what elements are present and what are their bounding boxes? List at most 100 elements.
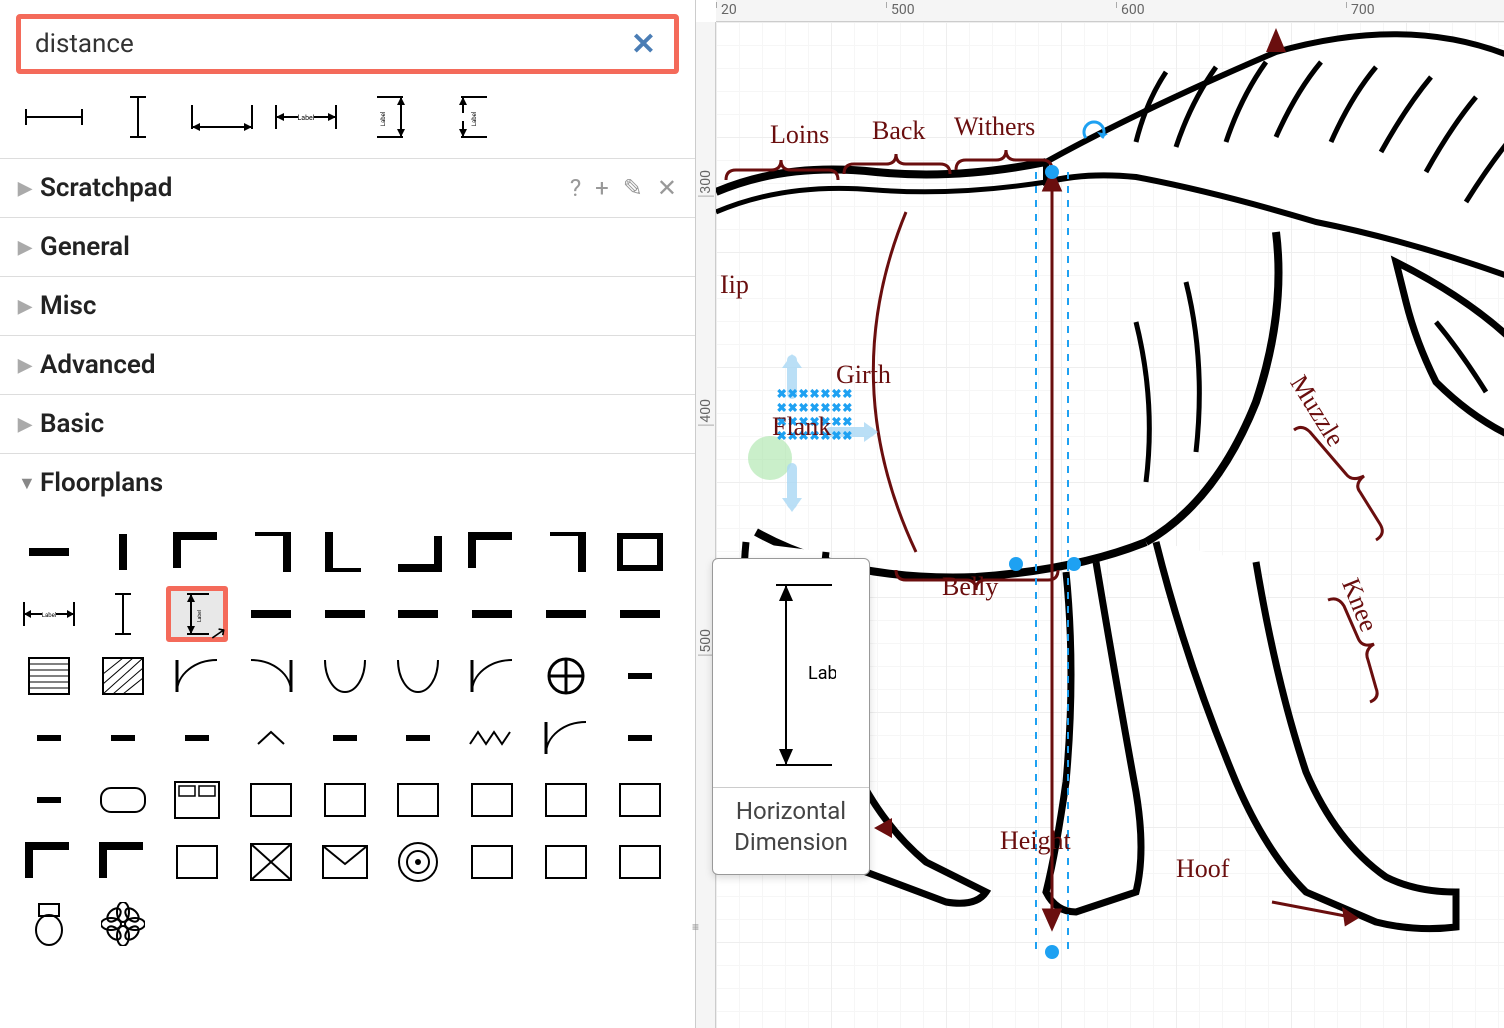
label-girth: Girth (836, 360, 891, 390)
shape-bar-plug[interactable] (609, 648, 671, 704)
shape-door-arc-br[interactable] (240, 648, 302, 704)
shape-corner-l[interactable] (92, 834, 154, 890)
section-advanced[interactable]: ▶ Advanced (0, 336, 695, 394)
label-loins: Loins (770, 120, 829, 150)
horizontal-ruler: 5006007008020 (716, 0, 1504, 22)
panel-splitter-icon[interactable]: ≡ (692, 920, 698, 934)
section-scratchpad[interactable]: ▶ Scratchpad ? + ✎ ✕ (0, 159, 695, 217)
result-vertical-dim-label[interactable]: Label (356, 92, 424, 142)
shape-tub[interactable] (92, 772, 154, 828)
shape-fridge[interactable] (609, 834, 671, 890)
scratchpad-help-icon[interactable]: ? (570, 174, 581, 202)
result-horizontal-dimension[interactable] (20, 92, 88, 142)
shape-room[interactable] (609, 524, 671, 580)
drawing-canvas[interactable]: 5006007008020 300400500 (696, 0, 1504, 1028)
shape-fan-arc[interactable] (535, 710, 597, 766)
tooltip-name-line2: Dimension (734, 828, 848, 856)
shape-table-rect[interactable] (387, 710, 449, 766)
result-vertical-bracket[interactable]: Label (440, 92, 508, 142)
chevron-right-icon: ▶ (18, 355, 30, 376)
shape-hood[interactable] (609, 772, 671, 828)
shape-wall-corner-bl[interactable] (314, 524, 376, 580)
scratchpad-edit-icon[interactable]: ✎ (623, 174, 643, 202)
shape-arc-opening-2[interactable] (535, 586, 597, 642)
clear-search-icon[interactable]: ✕ (613, 27, 674, 62)
shape-counter-long[interactable] (240, 586, 302, 642)
section-label: Misc (40, 291, 96, 321)
section-floorplans[interactable]: ▼ Floorplans (0, 454, 695, 512)
shape-dim-v-vert[interactable] (92, 586, 154, 642)
section-label: Advanced (40, 350, 156, 380)
shape-door-arc-bl[interactable] (166, 648, 228, 704)
shape-shelving[interactable] (609, 586, 671, 642)
tooltip-name-line1: Horizontal (736, 797, 846, 825)
shape-wall[interactable] (18, 524, 80, 580)
search-results-row: Label Label Label (0, 84, 695, 158)
shape-circle-cross[interactable] (535, 648, 597, 704)
shape-door-double-1[interactable] (314, 648, 376, 704)
shape-microwave[interactable] (461, 772, 523, 828)
shape-counter-notch[interactable] (387, 586, 449, 642)
shape-envelope[interactable] (314, 834, 376, 890)
search-box-highlight: ✕ (16, 14, 679, 74)
shape-stool[interactable] (609, 710, 671, 766)
chevron-right-icon: ▶ (18, 237, 30, 258)
chevron-right-icon: ▶ (18, 296, 30, 317)
shape-preview-tooltip: Label Horizontal Dimension (712, 558, 870, 875)
svg-text:Label: Label (808, 663, 836, 684)
shape-monitor[interactable] (166, 834, 228, 890)
svg-text:Label: Label (380, 112, 387, 127)
shape-dim-v-label[interactable]: Label↖ (166, 586, 228, 642)
shape-turntable[interactable] (387, 834, 449, 890)
shape-flower[interactable] (92, 896, 154, 952)
shape-x-box[interactable] (240, 834, 302, 890)
shape-dash-short[interactable] (18, 772, 80, 828)
shape-sink-1[interactable] (92, 710, 154, 766)
shape-nightstand[interactable] (240, 772, 302, 828)
shape-bed[interactable] (166, 772, 228, 828)
section-basic[interactable]: ▶ Basic (0, 395, 695, 453)
shape-zigzag[interactable] (461, 710, 523, 766)
shape-loveseat[interactable] (314, 772, 376, 828)
shape-grating-angled[interactable] (92, 648, 154, 704)
label-withers: Withers (954, 112, 1035, 142)
shape-dim-h-label[interactable]: Label (18, 586, 80, 642)
shape-wall-vert[interactable] (92, 524, 154, 580)
chevron-right-icon: ▶ (18, 178, 30, 199)
shape-wall-left-u[interactable] (461, 524, 523, 580)
section-misc[interactable]: ▶ Misc (0, 277, 695, 335)
shape-table-half[interactable] (314, 710, 376, 766)
horse-illustration: × × × × × × × × × × × × × × × × × × × × … (716, 22, 1504, 1028)
shape-sink-2[interactable] (166, 710, 228, 766)
shape-arc-opening[interactable] (461, 586, 523, 642)
search-input[interactable] (21, 19, 613, 69)
shape-revolve[interactable] (461, 648, 523, 704)
shape-toilet[interactable] (18, 896, 80, 952)
svg-text:Label: Label (42, 612, 57, 619)
result-vertical-dimension[interactable] (104, 92, 172, 142)
shape-wall-corner-tr[interactable] (240, 524, 302, 580)
chevron-right-icon: ▶ (18, 414, 30, 435)
svg-text:Label: Label (197, 610, 203, 622)
shape-counter-long-2[interactable] (314, 586, 376, 642)
shape-wall-right-u[interactable] (535, 524, 597, 580)
shape-wall-corner-tl[interactable] (166, 524, 228, 580)
scratchpad-add-icon[interactable]: + (595, 174, 609, 202)
shape-corner-counter[interactable] (18, 834, 80, 890)
shape-stove-knobs[interactable] (535, 834, 597, 890)
shape-coffee-pot[interactable] (387, 772, 449, 828)
shape-bar-plug-2[interactable] (18, 710, 80, 766)
shape-door-double-2[interactable] (387, 648, 449, 704)
shape-caret[interactable] (240, 710, 302, 766)
shape-wall-corner-br[interactable] (387, 524, 449, 580)
result-horizontal-dim-label[interactable] (188, 92, 256, 142)
shape-amplifier[interactable] (461, 834, 523, 890)
scratchpad-close-icon[interactable]: ✕ (657, 174, 677, 202)
svg-text:Label: Label (471, 112, 478, 127)
result-horizontal-bracket[interactable]: Label (272, 92, 340, 142)
section-general[interactable]: ▶ General (0, 218, 695, 276)
vertical-ruler: 300400500 (696, 22, 716, 1028)
shape-range[interactable] (535, 772, 597, 828)
label-height: Height (1000, 826, 1071, 856)
shape-grating[interactable] (18, 648, 80, 704)
